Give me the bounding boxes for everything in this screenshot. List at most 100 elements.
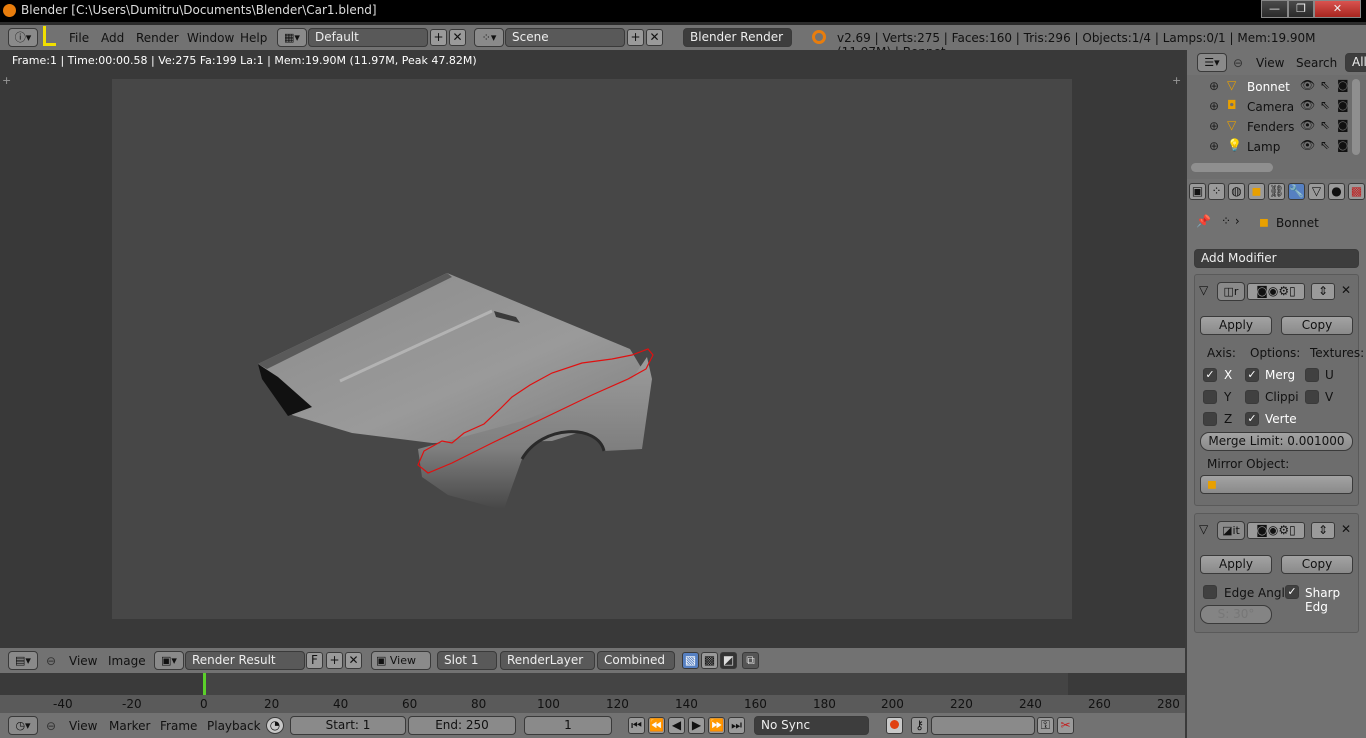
menu-image[interactable]: Image (108, 654, 146, 668)
editor-type-image-icon[interactable]: ▤▾ (8, 651, 38, 670)
modifier-visibility-toggles[interactable]: ◙◉⚙▯ (1247, 522, 1305, 539)
editor-type-info-icon[interactable]: ⓘ▾ (8, 28, 38, 47)
z-buffer-icon[interactable]: ◩ (720, 652, 737, 669)
menu-marker[interactable]: Marker (109, 719, 150, 733)
editor-type-timeline-icon[interactable]: ◷▾ (8, 716, 38, 735)
visibility-eye-icon[interactable]: 👁 (1300, 98, 1315, 112)
visibility-eye-icon[interactable]: 👁 (1300, 118, 1315, 132)
area-split-plus-icon[interactable]: + (2, 74, 11, 87)
vertex-groups-checkbox[interactable]: ✓ (1245, 412, 1259, 426)
menu-view[interactable]: View (69, 719, 97, 733)
outliner-row-camera[interactable]: ⊕ ◘ Camera 👁 ⇖ ◙ (1187, 98, 1350, 118)
grab-corner-icon[interactable] (43, 26, 56, 46)
collapse-arrow-icon[interactable]: ▽ (1199, 283, 1208, 297)
start-frame-field[interactable]: Start: 1 (290, 716, 406, 735)
expand-icon[interactable]: ⊕ (1209, 119, 1219, 133)
remove-modifier-icon[interactable]: ✕ (1341, 283, 1351, 297)
remove-modifier-icon[interactable]: ✕ (1341, 522, 1351, 536)
pin-icon[interactable]: 📌 (1196, 214, 1211, 228)
delete-keyframe-icon[interactable]: ✂ (1057, 717, 1074, 734)
delete-screen-icon[interactable]: ✕ (449, 29, 466, 46)
collapse-menu-icon[interactable]: ⊖ (1233, 56, 1243, 70)
select-arrow-icon[interactable]: ⇖ (1320, 98, 1330, 112)
clipping-checkbox[interactable] (1245, 390, 1259, 404)
select-arrow-icon[interactable]: ⇖ (1320, 118, 1330, 132)
area-split-plus-icon-right[interactable]: + (1172, 74, 1181, 87)
axis-z-checkbox[interactable] (1203, 412, 1217, 426)
add-screen-icon[interactable]: + (430, 29, 447, 46)
image-name-field[interactable]: Render Result (185, 651, 305, 670)
fake-user-button[interactable]: F (306, 652, 323, 669)
menu-window[interactable]: Window (187, 31, 234, 45)
object-tab-icon[interactable]: ◼ (1248, 183, 1265, 200)
render-camera-icon[interactable]: ◙ (1337, 138, 1349, 152)
menu-file[interactable]: File (69, 31, 89, 45)
end-frame-field[interactable]: End: 250 (408, 716, 516, 735)
sync-mode-select[interactable]: No Sync (754, 716, 869, 735)
menu-render[interactable]: Render (136, 31, 179, 45)
copy-button[interactable]: Copy (1281, 316, 1353, 335)
select-arrow-icon[interactable]: ⇖ (1320, 138, 1330, 152)
image-editor[interactable]: Frame:1 | Time:00:00.58 | Ve:275 Fa:199 … (0, 50, 1185, 648)
jump-start-icon[interactable]: ⏮ (628, 717, 645, 734)
keying-set-field[interactable] (931, 716, 1035, 735)
maximize-button[interactable]: ❐ (1288, 0, 1314, 18)
render-camera-icon[interactable]: ◙ (1337, 98, 1349, 112)
outliner-row-fenders[interactable]: ⊕ ▽ Fenders 👁 ⇖ ◙ (1187, 118, 1350, 138)
outliner-row-lamp[interactable]: ⊕ 💡 Lamp 👁 ⇖ ◙ (1187, 138, 1350, 158)
outliner-horizontal-scrollbar[interactable] (1191, 163, 1273, 172)
scene-field[interactable]: Scene (505, 28, 625, 47)
world-tab-icon[interactable]: ◍ (1228, 183, 1245, 200)
view-mode-select[interactable]: ▣ View (371, 651, 431, 670)
split-angle-field[interactable]: S: 30° (1200, 605, 1272, 624)
modifier-visibility-toggles[interactable]: ◙◉⚙▯ (1247, 283, 1305, 300)
use-preview-range-icon[interactable]: ◔ (266, 717, 284, 734)
jump-end-icon[interactable]: ⏭ (728, 717, 745, 734)
texture-tab-icon[interactable]: ▩ (1348, 183, 1365, 200)
unlink-image-icon[interactable]: ✕ (345, 652, 362, 669)
add-scene-icon[interactable]: + (627, 29, 644, 46)
outliner[interactable]: ⊕ ▽ Bonnet 👁 ⇖ ◙ ⊕ ◘ Camera 👁 ⇖ ◙ ⊕ ▽ Fe… (1187, 75, 1366, 179)
scene-icon[interactable]: ⁘▾ (474, 28, 504, 47)
insert-keyframe-icon[interactable]: ⚿ (1037, 717, 1054, 734)
slot-select[interactable]: Slot 1 (437, 651, 497, 670)
menu-playback[interactable]: Playback (207, 719, 261, 733)
menu-add[interactable]: Add (101, 31, 124, 45)
move-modifier-icon[interactable]: ⇕ (1311, 283, 1335, 300)
outliner-display-mode[interactable]: All (1345, 53, 1366, 72)
material-tab-icon[interactable]: ● (1328, 183, 1345, 200)
select-arrow-icon[interactable]: ⇖ (1320, 78, 1330, 92)
delete-scene-icon[interactable]: ✕ (646, 29, 663, 46)
render-tab-icon[interactable]: ▣ (1189, 183, 1206, 200)
expand-icon[interactable]: ⊕ (1209, 99, 1219, 113)
mirror-object-field[interactable]: ◼ (1200, 475, 1353, 494)
merge-checkbox[interactable]: ✓ (1245, 368, 1259, 382)
current-frame-field[interactable]: 1 (524, 716, 612, 735)
alpha-icon[interactable]: ▩ (701, 652, 718, 669)
expand-icon[interactable]: ⊕ (1209, 139, 1219, 153)
menu-help[interactable]: Help (240, 31, 267, 45)
jump-keyframe-forward-icon[interactable]: ⏩ (708, 717, 725, 734)
copy-button[interactable]: Copy (1281, 555, 1353, 574)
render-camera-icon[interactable]: ◙ (1337, 78, 1349, 92)
outliner-menu-search[interactable]: Search (1296, 56, 1337, 70)
add-modifier-dropdown[interactable]: Add Modifier (1194, 249, 1359, 268)
collapse-menu-icon[interactable]: ⊖ (46, 719, 56, 733)
sharp-edges-checkbox[interactable]: ✓ (1285, 585, 1299, 599)
apply-button[interactable]: Apply (1200, 555, 1272, 574)
menu-view[interactable]: View (69, 654, 97, 668)
minimize-button[interactable]: — (1261, 0, 1288, 18)
texture-u-checkbox[interactable] (1305, 368, 1319, 382)
move-modifier-icon[interactable]: ⇕ (1311, 522, 1335, 539)
constraints-tab-icon[interactable]: ⛓ (1268, 183, 1285, 200)
outliner-row-bonnet[interactable]: ⊕ ▽ Bonnet 👁 ⇖ ◙ (1187, 78, 1350, 98)
outliner-menu-view[interactable]: View (1256, 56, 1284, 70)
current-frame-marker[interactable] (203, 673, 206, 695)
apply-button[interactable]: Apply (1200, 316, 1272, 335)
modifiers-wrench-tab-icon[interactable]: 🔧 (1288, 183, 1305, 200)
edge-angle-checkbox[interactable] (1203, 585, 1217, 599)
texture-v-checkbox[interactable] (1305, 390, 1319, 404)
data-tab-icon[interactable]: ▽ (1308, 183, 1325, 200)
play-reverse-icon[interactable]: ◀ (668, 717, 685, 734)
visibility-eye-icon[interactable]: 👁 (1300, 78, 1315, 92)
